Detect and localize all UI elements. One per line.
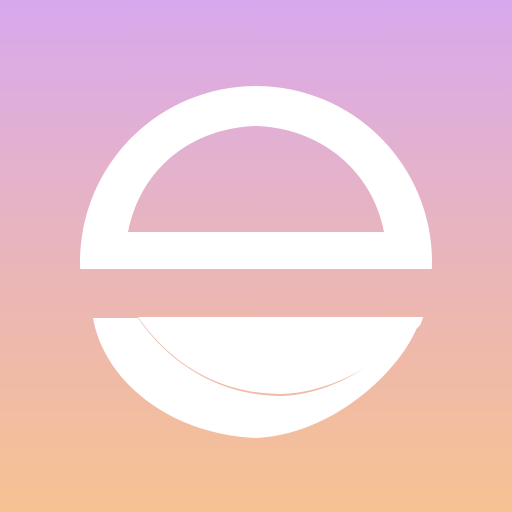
letter-e-logo-icon bbox=[0, 0, 512, 512]
app-icon bbox=[0, 0, 512, 512]
